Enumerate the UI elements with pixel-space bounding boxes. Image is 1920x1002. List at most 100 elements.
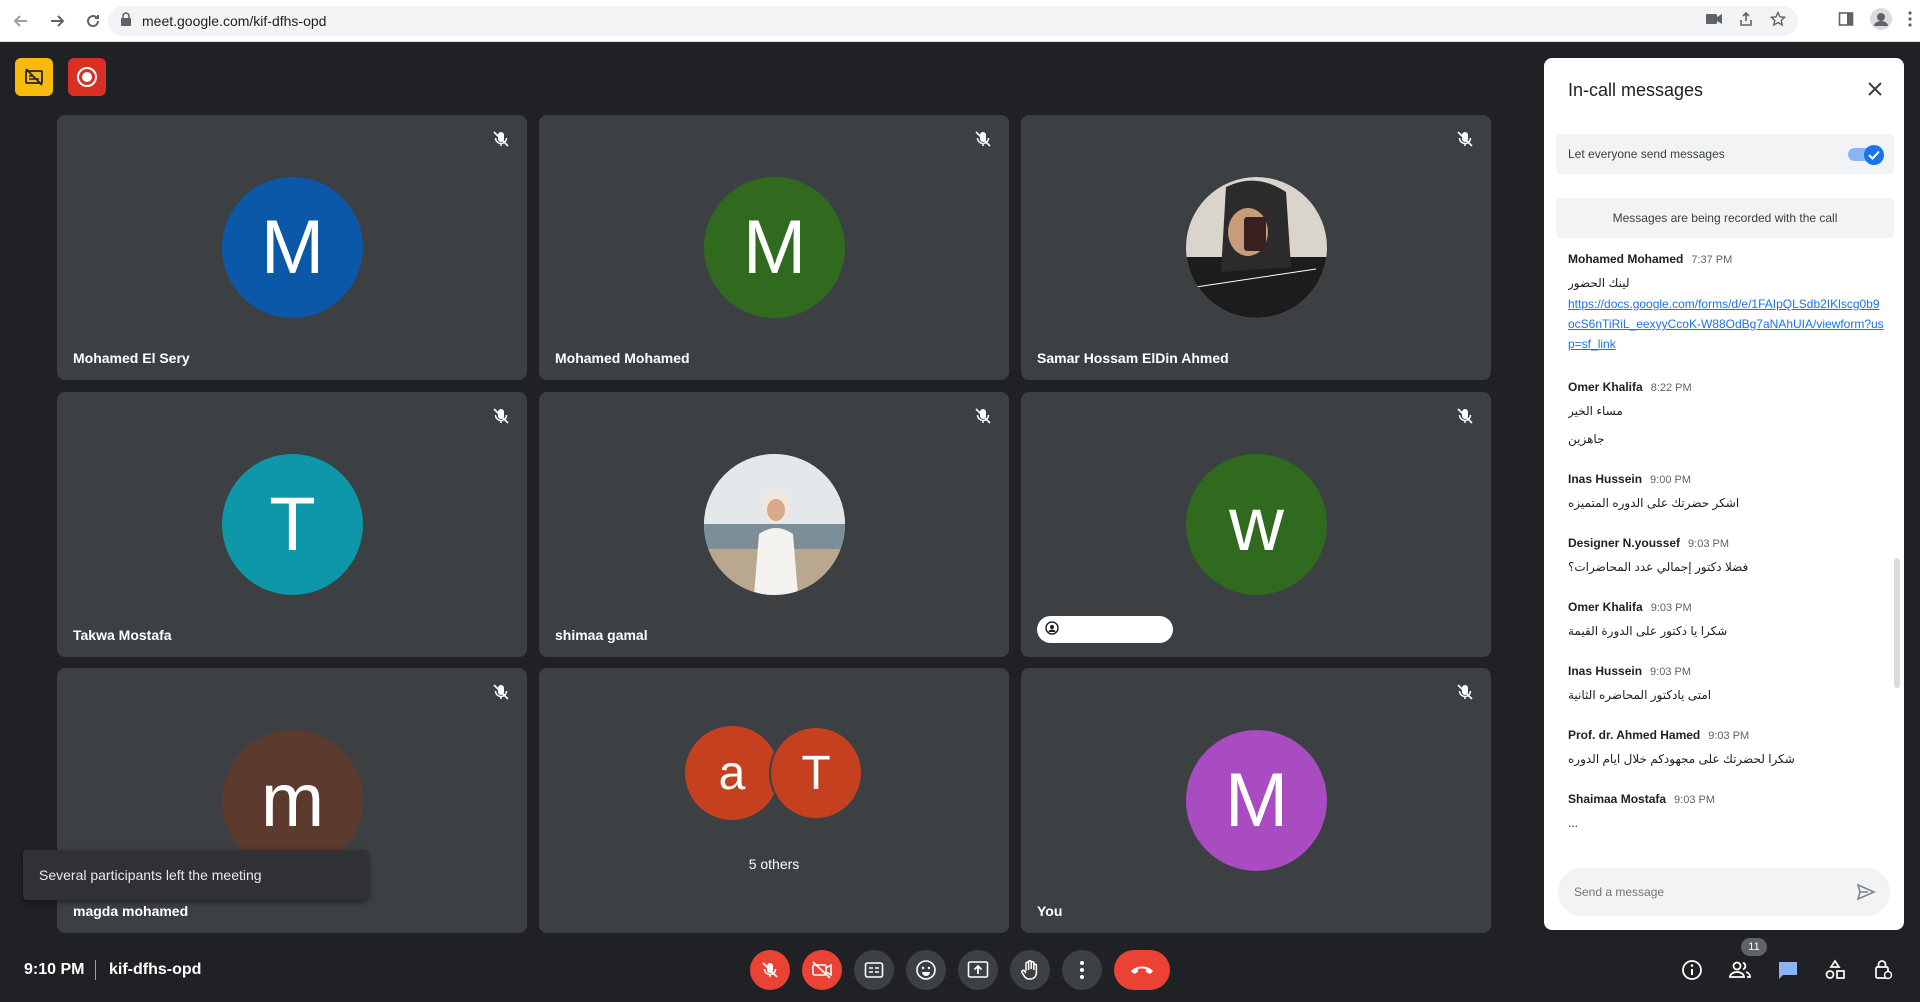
- participant-name: magda mohamed: [73, 903, 189, 919]
- message-time: 7:37 PM: [1691, 254, 1733, 266]
- meeting-details-button[interactable]: [1677, 955, 1707, 985]
- activities-icon: [1825, 959, 1845, 979]
- message-sender: Designer N.youssef: [1568, 536, 1681, 550]
- message-text: لينك الحضور: [1568, 276, 1630, 290]
- chat-icon: [1779, 962, 1797, 979]
- participant-count-badge: 11: [1741, 938, 1767, 956]
- avatar: M: [222, 177, 363, 318]
- reactions-button[interactable]: [906, 950, 946, 990]
- message-composer[interactable]: [1558, 868, 1890, 916]
- message-time: 9:03 PM: [1650, 666, 1691, 678]
- close-icon[interactable]: [1862, 76, 1888, 102]
- panel-title: In-call messages: [1568, 80, 1704, 100]
- message-text: شكرا لحضرتك على مجهودكم خلال ايام الدوره: [1568, 752, 1795, 766]
- reload-icon[interactable]: [78, 6, 108, 36]
- chat-message: Shaimaa Mostafa 9:03 PM ...: [1568, 792, 1884, 830]
- people-icon: [1729, 961, 1751, 978]
- avatar: M: [704, 177, 845, 318]
- leave-call-button[interactable]: [1114, 950, 1170, 990]
- check-icon: [1864, 145, 1884, 165]
- participant-tile[interactable]: M Mohamed El Sery: [57, 115, 527, 380]
- mic-off-icon: [1455, 682, 1475, 702]
- send-messages-toggle[interactable]: [1848, 145, 1884, 165]
- send-icon[interactable]: [1856, 882, 1876, 902]
- self-tile[interactable]: M You: [1021, 668, 1491, 933]
- raise-hand-button[interactable]: [1010, 950, 1050, 990]
- participant-tile[interactable]: M Mohamed Mohamed: [539, 115, 1009, 380]
- chat-message: Inas Hussein 9:03 PM امتى يادكتور المحاض…: [1568, 664, 1884, 702]
- participant-tile[interactable]: shimaa gamal: [539, 392, 1009, 657]
- mic-off-icon: [491, 406, 511, 426]
- forward-icon[interactable]: [42, 6, 72, 36]
- info-icon: [1682, 960, 1702, 980]
- camera-in-use-icon[interactable]: [1706, 12, 1722, 30]
- divider: [95, 960, 96, 980]
- share-icon[interactable]: [1738, 11, 1754, 32]
- avatar: a: [685, 726, 779, 820]
- let-everyone-send-row[interactable]: Let everyone send messages: [1556, 134, 1894, 174]
- others-tile[interactable]: a T 5 others: [539, 668, 1009, 933]
- hand-icon: [1021, 960, 1038, 980]
- address-bar[interactable]: meet.google.com/kif-dfhs-opd: [108, 6, 1798, 36]
- participant-tile[interactable]: T Takwa Mostafa: [57, 392, 527, 657]
- message-text: اشكر حضرتك على الدوره المتميزه: [1568, 496, 1740, 510]
- captions-off-badge[interactable]: [15, 58, 53, 96]
- message-text: شكرا يا دكتور على الدورة القيمة: [1568, 624, 1728, 638]
- notification-toast: Several participants left the meeting: [23, 850, 368, 900]
- message-input[interactable]: [1574, 885, 1834, 899]
- people-button[interactable]: [1725, 955, 1755, 985]
- message-text: مساء الخير: [1568, 404, 1623, 418]
- captions-button[interactable]: [854, 950, 894, 990]
- captions-off-icon: [25, 68, 43, 86]
- more-options-button[interactable]: [1062, 950, 1102, 990]
- participant-name: Mohamed El Sery: [73, 350, 190, 366]
- message-link[interactable]: https://docs.google.com/forms/d/e/1FAIpQ…: [1568, 294, 1884, 354]
- mic-toggle-button[interactable]: [750, 950, 790, 990]
- message-sender: Omer Khalifa: [1568, 380, 1643, 394]
- browser-menu-icon[interactable]: [1908, 10, 1912, 32]
- present-screen-button[interactable]: [958, 950, 998, 990]
- message-sender: Shaimaa Mostafa: [1568, 792, 1667, 806]
- participant-tile[interactable]: w walaa ezzeldin: [1021, 392, 1491, 657]
- chat-message: Prof. dr. Ahmed Hamed 9:03 PM شكرا لحضرت…: [1568, 728, 1884, 766]
- meeting-time: 9:10 PM: [24, 961, 85, 978]
- avatar: w: [1186, 454, 1327, 595]
- lock-person-icon: [1875, 960, 1893, 980]
- profile-photo: [704, 454, 845, 595]
- bookmark-star-icon[interactable]: [1769, 10, 1787, 32]
- mic-off-icon: [491, 682, 511, 702]
- camera-toggle-button[interactable]: [802, 950, 842, 990]
- message-time: 9:03 PM: [1674, 794, 1716, 806]
- side-panel-icon[interactable]: [1838, 11, 1854, 32]
- avatar: T: [769, 726, 863, 820]
- message-sender: Inas Hussein: [1568, 472, 1643, 486]
- activities-button[interactable]: [1820, 955, 1850, 985]
- speaking-icon: [1045, 621, 1059, 638]
- message-sender: Inas Hussein: [1568, 664, 1643, 678]
- avatar: M: [1186, 730, 1327, 871]
- participant-name: Mohamed Mohamed: [555, 350, 690, 366]
- in-call-messages-panel: In-call messages Let everyone send messa…: [1544, 58, 1904, 930]
- message-time: 9:03 PM: [1650, 602, 1692, 614]
- message-text: امتى يادكتور المحاضره الثانية: [1568, 688, 1712, 702]
- meeting-code: kif-dfhs-opd: [109, 961, 202, 978]
- chat-button[interactable]: [1773, 955, 1803, 985]
- others-count-label: 5 others: [748, 856, 800, 872]
- participant-name: Takwa Mostafa: [73, 627, 172, 643]
- chat-message: Omer Khalifa 8:22 PM مساء الخير جاهزين: [1568, 380, 1884, 446]
- profile-photo: [1186, 177, 1327, 318]
- mic-off-icon: [973, 129, 993, 149]
- recording-notice: Messages are being recorded with the cal…: [1556, 198, 1894, 238]
- profile-avatar-icon[interactable]: [1870, 7, 1892, 35]
- captions-icon: [864, 962, 884, 978]
- message-time: 9:00 PM: [1650, 474, 1691, 486]
- recording-badge[interactable]: [68, 58, 106, 96]
- participant-name: Samar Hossam ElDin Ahmed: [1037, 350, 1229, 366]
- host-controls-button[interactable]: [1868, 955, 1898, 985]
- scrollbar[interactable]: [1894, 558, 1900, 688]
- toggle-label: Let everyone send messages: [1568, 147, 1725, 161]
- present-icon: [967, 961, 989, 978]
- back-icon[interactable]: [6, 6, 36, 36]
- message-time: 9:03 PM: [1688, 538, 1730, 550]
- participant-tile[interactable]: Samar Hossam ElDin Ahmed: [1021, 115, 1491, 380]
